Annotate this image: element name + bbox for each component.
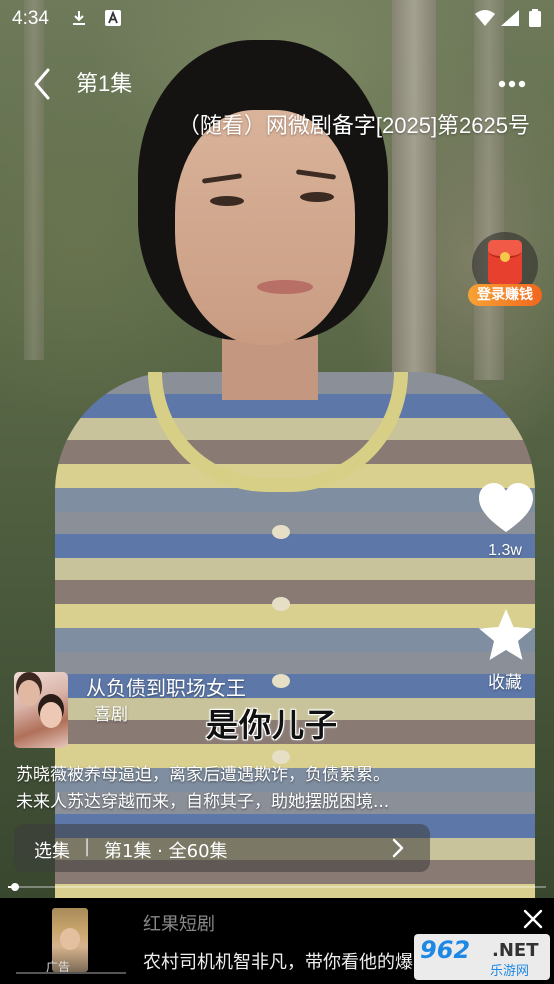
drama-genre-tag: 喜剧 <box>94 705 128 725</box>
sweater-button <box>272 597 290 611</box>
video-subtitle: 是你儿子 <box>206 706 339 744</box>
watermark-number: 962 <box>420 936 471 964</box>
actor-lips <box>257 280 313 294</box>
redpacket-label: 登录赚钱 <box>468 284 542 306</box>
status-bar: 4:34 <box>0 0 554 36</box>
drama-title[interactable]: 从负债到职场女王 <box>86 672 246 701</box>
progress-knob[interactable] <box>11 883 19 891</box>
collect-label[interactable]: 收藏 <box>470 668 540 693</box>
episode-count-info: 第1集 · 全60集 <box>104 841 228 862</box>
watermark-net: .NET <box>492 940 539 961</box>
back-button[interactable] <box>28 66 58 102</box>
description-line: 苏晓薇被养母逼迫，离家后遭遇欺诈，负债累累。 <box>16 765 390 785</box>
status-time: 4:34 <box>12 8 49 29</box>
ad-brand-name: 红果短剧 <box>143 914 215 935</box>
watermark-site: 乐游网 <box>490 964 530 979</box>
battery-icon <box>529 9 541 27</box>
login-earn-redpacket-button[interactable]: 登录赚钱 <box>468 232 542 310</box>
ad-text: 农村司机机智非凡，带你看他的爆 <box>143 952 413 973</box>
wifi-icon <box>475 10 495 26</box>
video-progress-bar[interactable] <box>8 883 546 891</box>
sweater-button <box>272 674 290 688</box>
description-line: 未来人苏达穿越而来，自称其子，助她摆脱困境... <box>16 792 390 812</box>
drama-cover-image[interactable] <box>14 672 68 748</box>
star-icon[interactable] <box>476 606 536 666</box>
episode-separator: | <box>84 836 91 857</box>
chevron-right-icon <box>392 838 404 858</box>
sweater-button <box>272 525 290 539</box>
actor-eye <box>210 196 244 206</box>
tree-trunk <box>392 0 436 420</box>
red-envelope-coin <box>500 252 510 262</box>
episode-title: 第1集 <box>76 71 133 96</box>
episode-selector-bar[interactable]: 选集 | 第1集 · 全60集 <box>14 824 430 872</box>
episode-select-label: 选集 <box>34 841 70 862</box>
a-icon <box>105 10 121 26</box>
cover-figure <box>18 680 40 706</box>
license-number: （随看）网微剧备字[2025]第2625号 <box>177 113 530 138</box>
site-watermark: 962 .NET 乐游网 <box>414 934 550 980</box>
ad-thumbnail-figure <box>60 928 80 950</box>
tree-trunk <box>474 0 504 380</box>
actor-face <box>175 110 355 345</box>
like-count: 1.3w <box>488 542 522 559</box>
more-options-icon[interactable] <box>494 70 530 98</box>
actor-eye <box>300 192 334 202</box>
tree-trunk <box>24 0 44 360</box>
download-icon <box>73 11 85 25</box>
close-icon[interactable] <box>522 908 544 930</box>
ad-tag-divider <box>16 972 126 974</box>
cover-figure <box>40 702 62 728</box>
drama-description: 苏晓薇被养母逼迫，离家后遭遇欺诈，负债累累。 未来人苏达穿越而来，自称其子，助她… <box>16 762 436 816</box>
signal-icon <box>501 10 519 26</box>
heart-icon[interactable] <box>476 480 536 540</box>
